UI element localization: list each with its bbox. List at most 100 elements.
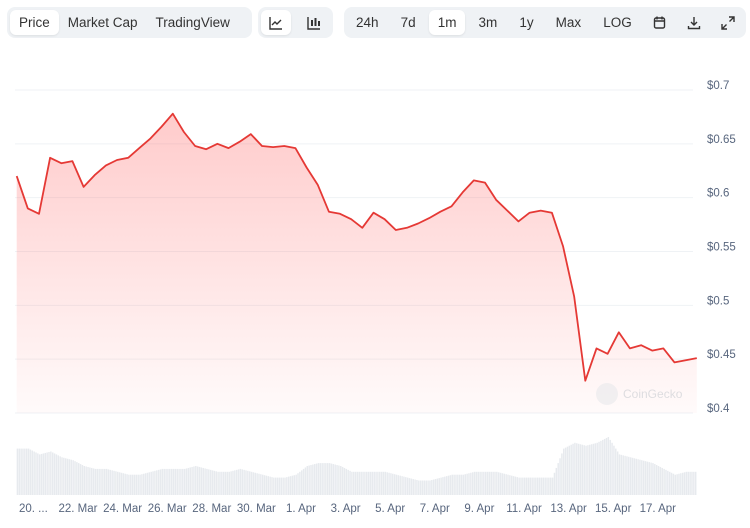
volume-bar	[87, 466, 89, 495]
volume-bar	[330, 463, 333, 495]
volume-bar	[321, 463, 323, 495]
volume-bar	[235, 469, 238, 495]
y-tick-label: $0.6	[707, 188, 729, 200]
volume-bar	[115, 471, 117, 495]
volume-bar	[312, 464, 314, 495]
volume-bar	[332, 464, 335, 495]
volume-bar	[683, 472, 686, 495]
volume-bar	[393, 474, 396, 495]
volume-bar	[239, 468, 242, 495]
volume-bar	[273, 477, 275, 495]
volume-bar	[191, 466, 193, 495]
volume-bar	[271, 477, 273, 495]
volume-bar	[592, 443, 595, 495]
volume-bar	[78, 463, 80, 495]
volume-bar	[572, 443, 574, 495]
volume-bar	[83, 466, 86, 495]
volume-bar	[676, 474, 678, 495]
volume-bar	[466, 473, 468, 495]
volume-bar	[360, 471, 362, 495]
volume-bar	[122, 473, 125, 495]
volume-bar	[189, 467, 191, 495]
volume-bar	[646, 461, 649, 495]
volume-bar	[670, 472, 673, 495]
volume-bar	[380, 471, 383, 495]
volume-bar	[340, 466, 342, 495]
volume-bar	[252, 472, 255, 495]
volume-bar	[421, 480, 424, 495]
volume-bar	[263, 475, 266, 495]
volume-bar	[51, 452, 54, 495]
volume-bar	[219, 471, 221, 495]
volume-bar	[652, 463, 654, 495]
volume-bar	[104, 468, 106, 495]
volume-bar	[100, 468, 102, 495]
volume-bar	[525, 477, 528, 495]
volume-bar	[250, 471, 253, 495]
volume-bar	[559, 458, 561, 495]
volume-bar	[622, 455, 624, 495]
volume-bar	[42, 453, 45, 495]
volume-bar	[152, 471, 154, 495]
volume-bar	[533, 477, 535, 495]
volume-bar	[323, 463, 325, 495]
volume-bar	[254, 472, 256, 495]
volume-bar	[107, 469, 110, 495]
volume-bar	[131, 474, 134, 495]
volume-bar	[92, 468, 95, 495]
volume-bar	[163, 468, 165, 495]
volume-bar	[633, 458, 636, 495]
volume-bar	[208, 469, 210, 495]
volume-bar	[563, 448, 565, 495]
volume-bar	[471, 472, 474, 495]
volume-bar	[432, 479, 435, 495]
volume-bar	[137, 474, 139, 495]
volume-bar	[427, 480, 429, 495]
volume-bar	[589, 444, 591, 495]
x-tick-label: 3. Apr	[331, 503, 361, 515]
volume-bar	[70, 459, 73, 495]
volume-bar	[496, 471, 498, 495]
volume-bar	[548, 477, 550, 495]
volume-bar	[74, 461, 76, 495]
volume-bar	[499, 472, 502, 495]
volume-bar	[654, 464, 656, 495]
volume-bar	[204, 468, 206, 495]
volume-bar	[449, 475, 452, 495]
x-axis: 20. ... 22. Mar 24. Mar 26. Mar 28. Mar 30. M…	[19, 503, 676, 515]
volume-bar	[185, 468, 188, 495]
volume-bar	[503, 473, 506, 495]
volume-bar	[505, 474, 507, 495]
volume-bar	[317, 463, 320, 495]
volume-bar	[379, 471, 381, 495]
volume-bar	[200, 467, 203, 495]
volume-bar	[551, 477, 554, 495]
x-tick-label: 1. Apr	[286, 503, 316, 515]
volume-bar	[325, 463, 327, 495]
volume-bar	[438, 478, 440, 495]
volume-bar	[403, 476, 405, 495]
volume-bar	[20, 448, 22, 495]
volume-bar	[384, 471, 387, 495]
volume-bar	[616, 451, 619, 495]
volume-bar	[117, 471, 119, 495]
volume-bar	[577, 443, 580, 495]
volume-bar	[280, 477, 283, 495]
volume-bar	[245, 470, 247, 495]
volume-bar	[613, 445, 615, 495]
volume-bar	[440, 477, 442, 495]
volume-bar	[85, 466, 87, 495]
volume-bar	[48, 451, 50, 495]
volume-bar	[213, 470, 216, 495]
volume-bar	[126, 474, 128, 495]
volume-bar	[274, 477, 277, 495]
volume-bar	[667, 470, 669, 495]
volume-bar	[581, 444, 584, 495]
volume-bar	[217, 471, 219, 495]
price-area-fill	[16, 113, 697, 413]
volume-bar	[510, 475, 513, 495]
volume-bar	[405, 477, 407, 495]
price-chart[interactable]: CoinGecko $0.4$0.45$0.5$0.55$0.6$0.65$0.…	[0, 0, 750, 528]
volume-bar	[89, 467, 91, 495]
volume-bar	[105, 468, 108, 495]
